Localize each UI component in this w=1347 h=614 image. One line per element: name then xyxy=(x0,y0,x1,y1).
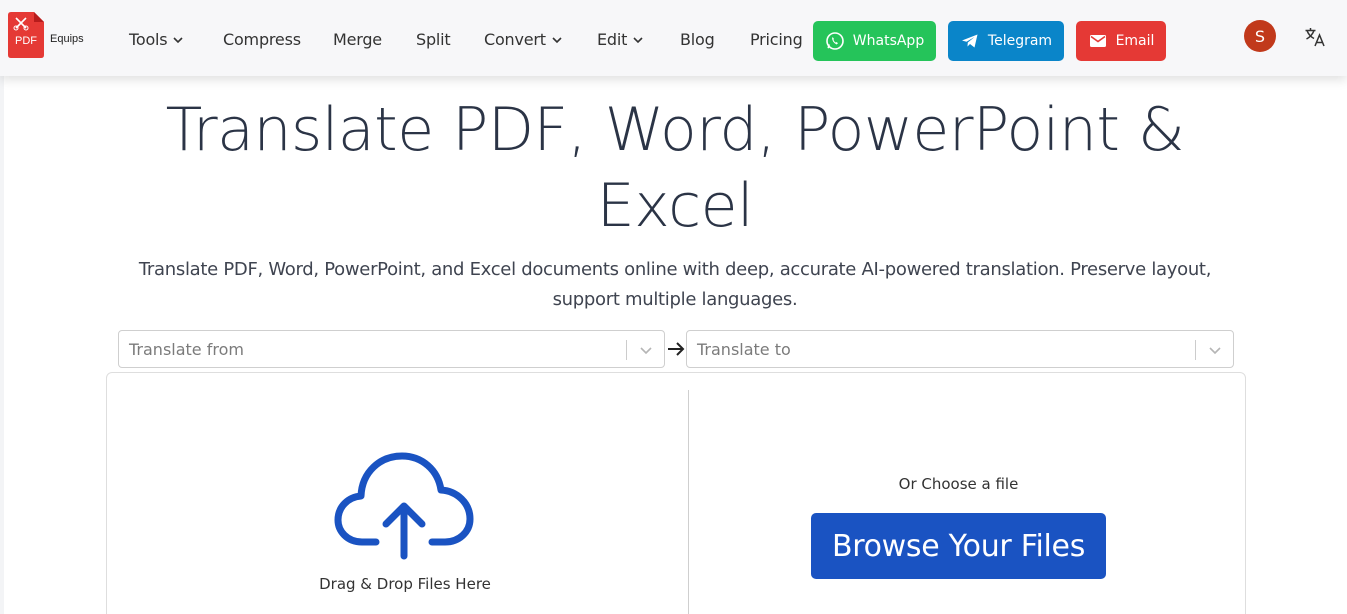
whatsapp-button[interactable]: WhatsApp xyxy=(813,21,936,61)
arrow-right-icon xyxy=(668,342,685,356)
page: PDF Equips Tools Compress Merge Split Co… xyxy=(0,0,1347,614)
nav-pricing-label: Pricing xyxy=(750,30,803,49)
drag-drop-text: Drag & Drop Files Here xyxy=(319,575,491,593)
chevron-down-icon xyxy=(173,36,183,43)
translate-from-placeholder: Translate from xyxy=(129,340,244,359)
pdf-logo-icon: PDF xyxy=(8,12,44,58)
brand-name: Equips xyxy=(50,33,84,45)
cloud-upload-icon[interactable] xyxy=(334,450,474,562)
logo[interactable]: PDF Equips xyxy=(8,12,108,60)
choose-file-text: Or Choose a file xyxy=(898,475,1019,493)
nav-edit-label: Edit xyxy=(597,30,628,49)
telegram-label: Telegram xyxy=(987,33,1053,49)
translate-from-select[interactable]: Translate from xyxy=(118,330,665,368)
chevron-down-icon xyxy=(633,36,643,43)
telegram-button[interactable]: Telegram xyxy=(948,21,1064,61)
user-avatar[interactable]: S xyxy=(1244,20,1276,52)
translate-icon[interactable] xyxy=(1304,26,1326,48)
telegram-icon xyxy=(961,34,978,48)
nav-convert-label: Convert xyxy=(484,30,546,49)
nav-split[interactable]: Split xyxy=(416,30,451,49)
chevron-down-icon xyxy=(640,347,652,355)
email-label: Email xyxy=(1115,33,1155,49)
navbar: PDF Equips Tools Compress Merge Split Co… xyxy=(0,0,1347,76)
nav-compress[interactable]: Compress xyxy=(223,30,301,49)
chevron-down-icon xyxy=(552,36,562,43)
logo-doc-label: PDF xyxy=(15,35,37,47)
nav-pricing[interactable]: Pricing xyxy=(750,30,803,49)
nav-compress-label: Compress xyxy=(223,30,301,49)
nav-merge-label: Merge xyxy=(333,30,382,49)
nav-merge[interactable]: Merge xyxy=(333,30,382,49)
translate-to-placeholder: Translate to xyxy=(697,340,791,359)
email-button[interactable]: Email xyxy=(1076,21,1166,61)
nav-blog-label: Blog xyxy=(680,30,715,49)
select-separator xyxy=(1195,340,1196,360)
nav-split-label: Split xyxy=(416,30,451,49)
mail-icon xyxy=(1089,35,1106,47)
page-subtitle: Translate PDF, Word, PowerPoint, and Exc… xyxy=(138,259,1212,310)
whatsapp-icon xyxy=(825,32,844,50)
chevron-down-icon xyxy=(1209,347,1221,355)
dropzone-divider xyxy=(688,390,689,614)
page-title: Translate PDF, Word, PowerPoint & Excel xyxy=(165,95,1185,241)
nav-edit[interactable]: Edit xyxy=(597,30,644,49)
select-separator xyxy=(626,340,627,360)
nav-tools[interactable]: Tools xyxy=(129,30,184,49)
nav-blog[interactable]: Blog xyxy=(680,30,715,49)
browse-files-button[interactable]: Browse Your Files xyxy=(811,513,1106,579)
nav-convert[interactable]: Convert xyxy=(484,30,563,49)
whatsapp-label: WhatsApp xyxy=(852,33,925,49)
nav-tools-label: Tools xyxy=(129,30,168,49)
translate-to-select[interactable]: Translate to xyxy=(686,330,1234,368)
